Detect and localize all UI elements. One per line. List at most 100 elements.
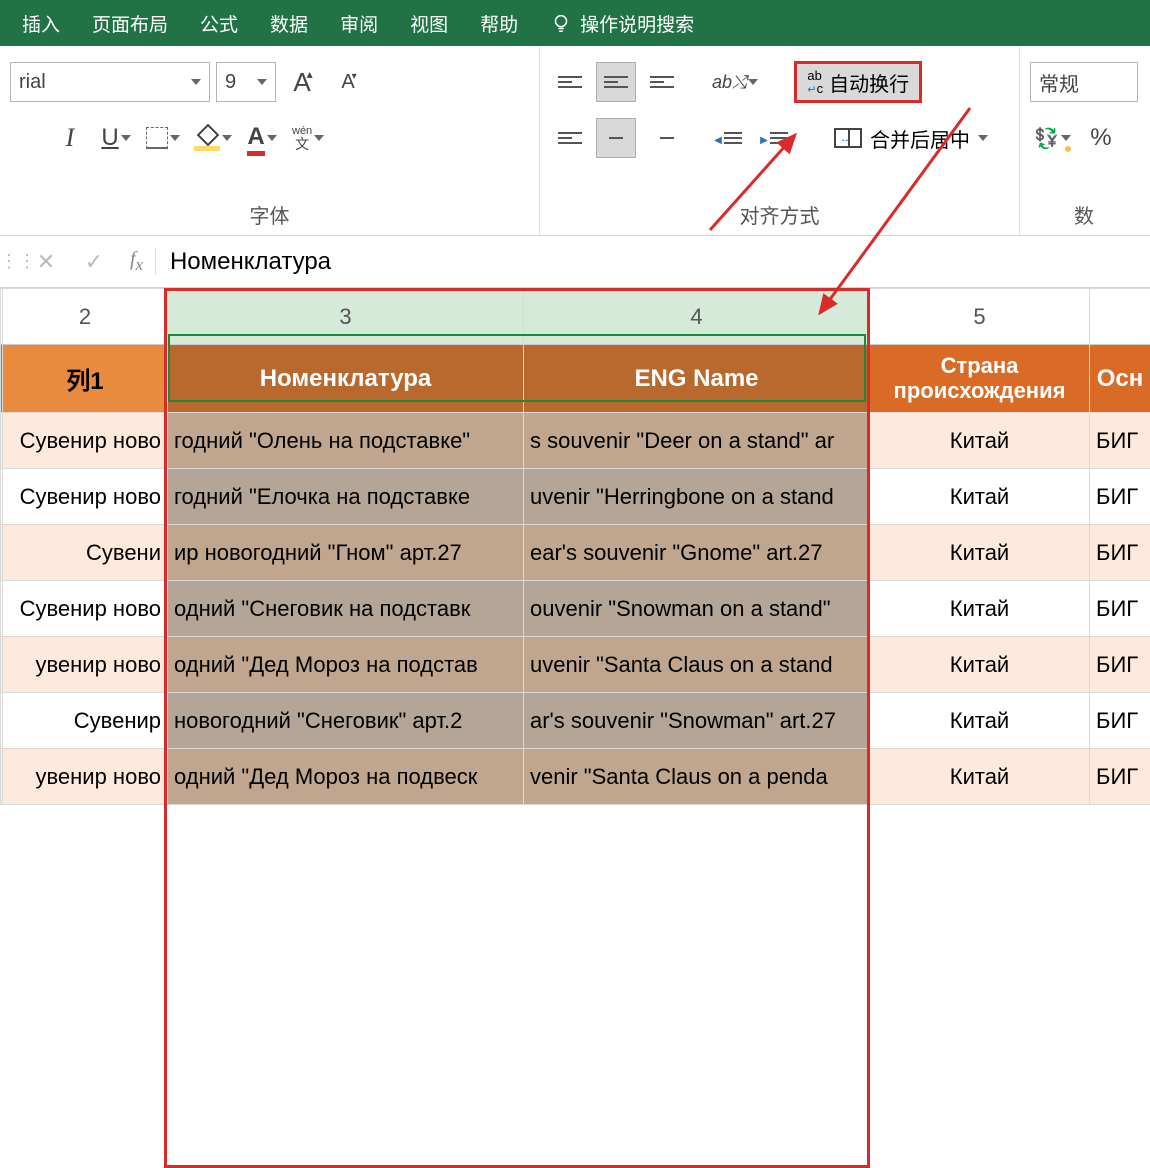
underline-icon: U [101,124,118,152]
cell[interactable]: ear's souvenir "Gnome" art.27 [524,525,870,581]
table-row[interactable]: Сувенирновогодний "Снеговик" арт.2ar's s… [1,693,1150,749]
column-header-2[interactable]: 2 [3,289,168,345]
cell[interactable]: Сувени [3,525,168,581]
column-header-3[interactable]: 3 [168,289,524,345]
cell[interactable]: БИГ [1090,637,1150,693]
percent-button[interactable]: % [1081,118,1121,158]
table-row[interactable]: Сувенир новогодний "Олень на подставке"s… [1,413,1150,469]
table-header-col5[interactable]: Страна происхождения [870,345,1090,413]
table-header-col1[interactable]: 列1 [3,345,168,413]
fill-color-icon [194,125,220,151]
cell[interactable]: увенир ново [3,637,168,693]
menu-data[interactable]: 数据 [254,2,324,45]
cell[interactable]: БИГ [1090,581,1150,637]
cell[interactable]: БИГ [1090,469,1150,525]
chevron-down-icon [222,135,232,141]
cell[interactable]: venir "Santa Claus on a penda [524,749,870,805]
borders-button[interactable] [142,118,184,158]
cell[interactable]: ar's souvenir "Snowman" art.27 [524,693,870,749]
phonetic-button[interactable]: wén文 [288,118,328,158]
phonetic-icon: wén文 [292,126,312,151]
merge-center-button[interactable]: ↔ 合并后居中 [826,117,996,159]
align-top-button[interactable] [550,62,590,102]
cell[interactable]: БИГ [1090,693,1150,749]
cell[interactable]: одний "Снеговик на подставк [168,581,524,637]
align-right-button[interactable] [642,118,682,158]
number-format-value: 常规 [1039,68,1079,97]
align-center-button[interactable] [596,118,636,158]
menu-help[interactable]: 帮助 [464,2,534,45]
column-header-4[interactable]: 4 [524,289,870,345]
menu-tell-me[interactable]: 操作说明搜索 [534,2,710,45]
wrap-text-button[interactable]: ab↵c 自动换行 [794,61,922,103]
column-header-5[interactable]: 5 [870,289,1090,345]
table-header-col4[interactable]: ENG Name [524,345,870,413]
menu-insert[interactable]: 插入 [6,2,76,45]
cell[interactable]: Сувенир ново [3,413,168,469]
grow-font-button[interactable]: A▴ [282,62,322,102]
currency-button[interactable]: 💱 [1030,118,1075,158]
formula-input[interactable] [156,248,1150,276]
merge-center-icon: ↔ [834,128,862,148]
cell[interactable]: Китай [870,469,1090,525]
cell[interactable]: Китай [870,581,1090,637]
cell[interactable]: одний "Дед Мороз на подстав [168,637,524,693]
number-format-combo[interactable]: 常规 [1030,62,1138,102]
menubar: 插入 页面布局 公式 数据 审阅 视图 帮助 操作说明搜索 [0,0,1150,46]
cell[interactable]: годний "Олень на подставке" [168,413,524,469]
increase-indent-button[interactable] [754,118,794,158]
underline-button[interactable]: U [96,118,136,158]
cell[interactable]: увенир ново [3,749,168,805]
bold-button[interactable] [4,118,44,158]
cell[interactable]: БИГ [1090,413,1150,469]
table-row[interactable]: Сувенир новоодний "Снеговик на подставкo… [1,581,1150,637]
align-left-button[interactable] [550,118,590,158]
chevron-down-icon [314,135,324,141]
table-row[interactable]: увенир новоодний "Дед Мороз на подставuv… [1,637,1150,693]
cell[interactable]: Китай [870,413,1090,469]
table-header-col6[interactable]: Осн [1090,345,1150,413]
cell[interactable]: БИГ [1090,749,1150,805]
table-row[interactable]: Сувениир новогодний "Гном" арт.27ear's s… [1,525,1150,581]
cell[interactable]: Сувенир ново [3,469,168,525]
cell[interactable]: одний "Дед Мороз на подвеск [168,749,524,805]
fx-icon[interactable]: fx [118,248,156,275]
column-header-row[interactable]: 2 3 4 5 [1,289,1150,345]
cell[interactable]: Сувенир [3,693,168,749]
menu-page-layout[interactable]: 页面布局 [76,2,184,45]
align-bottom-button[interactable] [642,62,682,102]
cell[interactable]: Китай [870,693,1090,749]
menu-review[interactable]: 审阅 [324,2,394,45]
orientation-button[interactable]: ab⤭ [708,62,762,102]
cell[interactable]: Китай [870,637,1090,693]
menu-formulas[interactable]: 公式 [184,2,254,45]
font-color-button[interactable]: A [242,118,282,158]
cell[interactable]: БИГ [1090,525,1150,581]
table-header-col3[interactable]: Номенклатура [168,345,524,413]
cell[interactable]: uvenir "Santa Claus on a stand [524,637,870,693]
accept-formula-button[interactable]: ✓ [70,249,118,275]
cell[interactable]: uvenir "Herringbone on a stand [524,469,870,525]
column-header-6[interactable] [1090,289,1150,345]
formula-bar-handle[interactable]: ⋮⋮ [0,251,22,272]
italic-button[interactable]: I [50,118,90,158]
cell[interactable]: Китай [870,749,1090,805]
table-row[interactable]: увенир новоодний "Дед Мороз на подвескve… [1,749,1150,805]
fill-color-button[interactable] [190,118,236,158]
font-size-combo[interactable]: 9 [216,62,276,102]
cell[interactable]: s souvenir "Deer on a stand" ar [524,413,870,469]
table-row[interactable]: Сувенир новогодний "Елочка на подставкеu… [1,469,1150,525]
spreadsheet-grid[interactable]: 2 3 4 5 列1 Номенклатура ENG Name Страна … [0,288,1150,805]
cell[interactable]: годний "Елочка на подставке [168,469,524,525]
cell[interactable]: ир новогодний "Гном" арт.27 [168,525,524,581]
align-middle-button[interactable] [596,62,636,102]
cell[interactable]: новогодний "Снеговик" арт.2 [168,693,524,749]
decrease-indent-button[interactable] [708,118,748,158]
cancel-formula-button[interactable]: ✕ [22,249,70,275]
font-name-combo[interactable]: rial [10,62,210,102]
cell[interactable]: Сувенир ново [3,581,168,637]
menu-view[interactable]: 视图 [394,2,464,45]
cell[interactable]: ouvenir "Snowman on a stand" [524,581,870,637]
shrink-font-button[interactable]: A▾ [328,62,368,102]
cell[interactable]: Китай [870,525,1090,581]
